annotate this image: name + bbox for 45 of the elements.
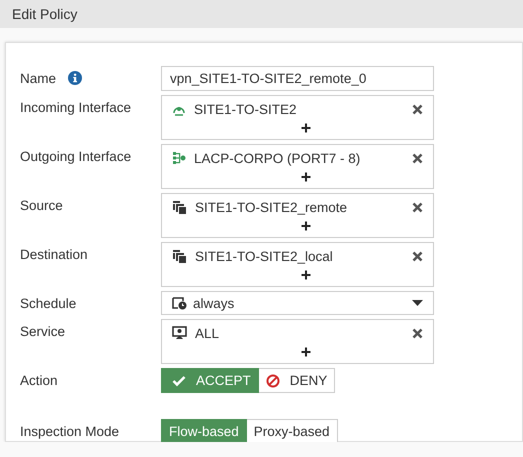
field-label: Schedule xyxy=(20,296,76,310)
link-aggregate-icon xyxy=(172,151,186,165)
multi-select-field[interactable]: LACP-CORPO (PORT7 - 8) xyxy=(161,144,434,189)
name-field[interactable]: vpn_SITE1-TO-SITE2_remote_0 xyxy=(161,66,434,91)
multi-select-field[interactable]: SITE1-TO-SITE2 xyxy=(161,95,434,140)
field-label: Destination xyxy=(20,246,88,262)
toggle-option[interactable]: DENY xyxy=(258,368,336,393)
remove-icon[interactable] xyxy=(412,250,423,262)
monitor-user-icon xyxy=(172,326,187,340)
prohibited-icon xyxy=(266,374,280,388)
entry-label: SITE1-TO-SITE2_local xyxy=(195,248,333,264)
schedule-dropdown[interactable]: always xyxy=(161,291,434,315)
field-label: Action xyxy=(20,372,58,388)
remove-icon[interactable] xyxy=(412,202,423,212)
entry-label: ALL xyxy=(195,326,220,340)
multi-select-field[interactable]: ALL xyxy=(161,319,434,364)
entry-label: SITE1-TO-SITE2 xyxy=(194,102,297,116)
field-label: Name xyxy=(20,70,56,86)
address-group-icon xyxy=(172,249,187,263)
entry-label: LACP-CORPO (PORT7 - 8) xyxy=(194,150,360,166)
caret-icon xyxy=(412,300,423,306)
remove-icon[interactable] xyxy=(412,104,423,114)
toggle-option[interactable]: Flow-based xyxy=(161,419,247,442)
entry-label: SITE1-TO-SITE2_remote xyxy=(195,200,348,214)
add-icon[interactable] xyxy=(300,221,310,231)
field-label: Source xyxy=(20,198,63,212)
dialog-title: Edit Policy xyxy=(12,6,78,22)
info-icon[interactable] xyxy=(68,71,82,85)
check-icon xyxy=(172,374,186,386)
remove-icon[interactable] xyxy=(412,152,423,164)
add-icon[interactable] xyxy=(300,347,310,357)
address-group-icon xyxy=(172,200,187,214)
toggle-option[interactable]: ACCEPT xyxy=(161,368,259,393)
add-icon[interactable] xyxy=(300,270,310,280)
field-label: Incoming Interface xyxy=(20,100,132,114)
field-label: Outgoing Interface xyxy=(20,148,132,164)
add-icon[interactable] xyxy=(300,172,310,182)
toggle-option[interactable]: Proxy-based xyxy=(246,419,338,442)
add-icon[interactable] xyxy=(300,123,310,133)
field-label: Service xyxy=(20,324,66,338)
field-label: Inspection Mode xyxy=(20,424,120,438)
calendar-clock-icon xyxy=(172,296,187,310)
multi-select-field[interactable]: SITE1-TO-SITE2_local xyxy=(161,242,434,287)
remove-icon[interactable] xyxy=(412,328,423,338)
multi-select-field[interactable]: SITE1-TO-SITE2_remote xyxy=(161,193,434,238)
